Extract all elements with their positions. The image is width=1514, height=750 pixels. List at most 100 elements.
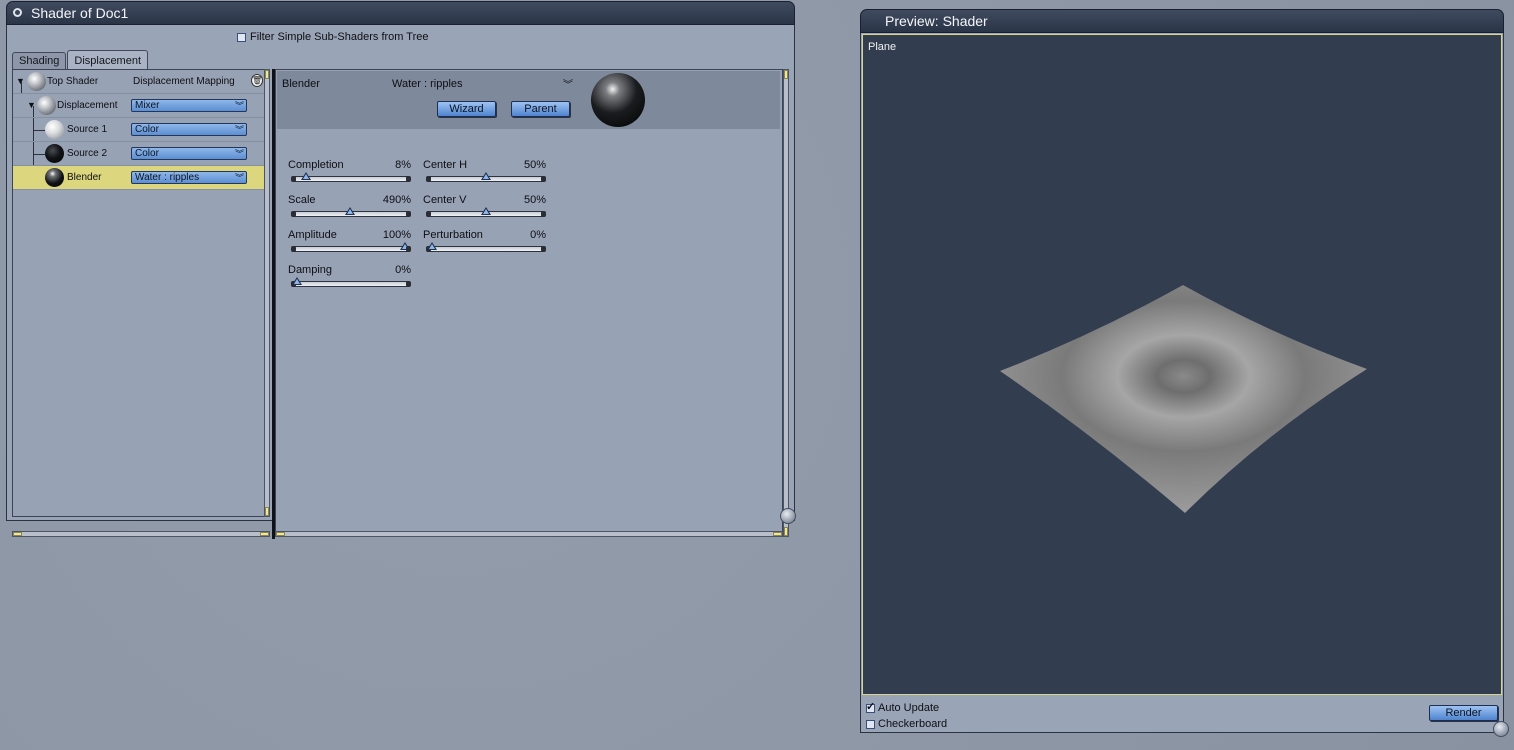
tree-row-blender[interactable]: Blender Water : ripples ︾ xyxy=(13,166,269,190)
param-label: Center V xyxy=(423,194,467,206)
chevron-down-icon: ︾ xyxy=(234,149,244,159)
scale-slider[interactable] xyxy=(291,207,411,217)
scroll-handle[interactable] xyxy=(265,507,269,516)
auto-update-checkbox[interactable] xyxy=(866,700,875,713)
slider-thumb[interactable] xyxy=(400,242,410,250)
checkerboard-checkbox[interactable] xyxy=(866,719,875,729)
dropdown-value: Color xyxy=(135,124,159,135)
param-label: Completion xyxy=(288,159,344,171)
tree-row-source-1[interactable]: Source 1 Color ︾ xyxy=(13,118,269,142)
tree-node-label: Displacement xyxy=(57,100,118,111)
auto-update-option[interactable]: Auto Update xyxy=(866,700,939,714)
tree-node-label: Source 1 xyxy=(67,124,108,135)
filter-row[interactable]: Filter Simple Sub-Shaders from Tree xyxy=(237,31,429,43)
checkerboard-option[interactable]: Checkerboard xyxy=(866,718,947,730)
slider-thumb[interactable] xyxy=(427,242,437,250)
dropdown-value: Mixer xyxy=(135,100,160,111)
param-value[interactable]: 0% xyxy=(530,229,546,241)
params-header-name: Blender xyxy=(282,78,320,90)
shader-ball-icon xyxy=(45,120,64,139)
shader-window-title: Shader of Doc1 xyxy=(31,5,129,21)
preview-window: Preview: Shader Plane Auto Updat xyxy=(860,9,1504,733)
center-h-slider[interactable] xyxy=(426,172,546,182)
param-label: Center H xyxy=(423,159,468,171)
chevron-down-icon: ︾ xyxy=(234,101,244,111)
tab-shading[interactable]: Shading xyxy=(12,52,67,70)
tree-node-label: Source 2 xyxy=(67,148,108,159)
scroll-handle[interactable] xyxy=(265,70,269,79)
preview-window-title: Preview: Shader xyxy=(885,13,988,29)
preview-window-titlebar[interactable]: Preview: Shader xyxy=(860,9,1504,33)
tree-vertical-scrollbar[interactable] xyxy=(264,69,270,517)
expand-triangle-icon[interactable]: ▼ xyxy=(27,100,36,110)
params-vertical-scrollbar[interactable] xyxy=(783,69,789,537)
completion-slider[interactable] xyxy=(291,172,411,182)
slider-thumb[interactable] xyxy=(292,277,302,285)
slider-thumb[interactable] xyxy=(300,172,311,180)
param-scale: Scale 490% xyxy=(287,194,413,226)
shader-preview-ball xyxy=(591,73,645,127)
preview-window-resize-handle[interactable] xyxy=(1493,721,1509,737)
render-button[interactable]: Render xyxy=(1429,705,1498,721)
param-label: Amplitude xyxy=(288,229,337,241)
slider-thumb[interactable] xyxy=(481,207,491,215)
tree-horizontal-scrollbar[interactable] xyxy=(12,531,270,537)
tree-node-value: Displacement Mapping xyxy=(133,76,235,87)
shader-ball-icon xyxy=(45,144,64,163)
trash-icon[interactable]: 🗑 xyxy=(251,74,263,87)
filter-checkbox[interactable] xyxy=(237,32,246,42)
blender-dropdown[interactable]: Water : ripples ︾ xyxy=(131,171,247,184)
tree-row-displacement[interactable]: ▼ Displacement Mixer ︾ xyxy=(13,94,269,118)
scroll-handle[interactable] xyxy=(260,532,269,536)
damping-slider[interactable] xyxy=(291,277,411,287)
shader-window: Shader of Doc1 Filter Simple Sub-Shaders… xyxy=(6,1,795,539)
tree-row-source-2[interactable]: Source 2 Color ︾ xyxy=(13,142,269,166)
displacement-dropdown[interactable]: Mixer ︾ xyxy=(131,99,247,112)
param-value[interactable]: 0% xyxy=(395,264,411,276)
tab-displacement[interactable]: Displacement xyxy=(67,50,149,70)
param-value[interactable]: 490% xyxy=(383,194,411,206)
filter-label: Filter Simple Sub-Shaders from Tree xyxy=(250,31,429,43)
chevron-down-icon[interactable]: ︾ xyxy=(563,76,573,91)
shader-tree: ▼ Top Shader Displacement Mapping 🗑 ▼ Di… xyxy=(12,69,270,517)
slider-thumb[interactable] xyxy=(481,172,491,180)
scroll-handle[interactable] xyxy=(773,532,782,536)
shader-window-titlebar[interactable]: Shader of Doc1 xyxy=(6,1,795,25)
scroll-handle[interactable] xyxy=(13,532,22,536)
tab-bar: Shading Displacement xyxy=(12,50,149,70)
params-header-value[interactable]: Water : ripples xyxy=(392,78,463,90)
checkerboard-label: Checkerboard xyxy=(878,718,948,730)
scroll-handle[interactable] xyxy=(784,527,788,536)
expand-triangle-icon[interactable]: ▼ xyxy=(16,76,25,86)
tree-row-top-shader[interactable]: ▼ Top Shader Displacement Mapping 🗑 xyxy=(13,70,269,94)
scroll-handle[interactable] xyxy=(784,70,788,79)
center-v-slider[interactable] xyxy=(426,207,546,217)
param-value[interactable]: 100% xyxy=(383,229,411,241)
tree-node-label: Blender xyxy=(67,172,102,183)
slider-thumb[interactable] xyxy=(344,207,355,215)
chevron-down-icon: ︾ xyxy=(234,125,244,135)
dropdown-value: Water : ripples xyxy=(135,172,200,183)
param-value[interactable]: 50% xyxy=(524,194,546,206)
params-horizontal-scrollbar[interactable] xyxy=(275,531,783,537)
wizard-button[interactable]: Wizard xyxy=(437,101,496,117)
amplitude-slider[interactable] xyxy=(291,242,411,252)
close-dot-icon[interactable] xyxy=(13,8,22,17)
perturbation-slider[interactable] xyxy=(426,242,546,252)
param-amplitude: Amplitude 100% xyxy=(287,229,413,261)
param-center-v: Center V 50% xyxy=(422,194,548,226)
plane-mesh xyxy=(1000,285,1367,513)
scroll-handle[interactable] xyxy=(276,532,285,536)
shader-window-resize-handle[interactable] xyxy=(780,508,796,524)
source-2-dropdown[interactable]: Color ︾ xyxy=(131,147,247,160)
parent-button[interactable]: Parent xyxy=(511,101,570,117)
preview-viewport[interactable]: Plane xyxy=(862,34,1502,695)
shader-ball-icon xyxy=(27,72,46,91)
source-1-dropdown[interactable]: Color ︾ xyxy=(131,123,247,136)
param-value[interactable]: 8% xyxy=(395,159,411,171)
param-label: Perturbation xyxy=(423,229,483,241)
param-value[interactable]: 50% xyxy=(524,159,546,171)
displaced-plane-render xyxy=(1000,285,1367,513)
param-label: Scale xyxy=(288,194,316,206)
param-damping: Damping 0% xyxy=(287,264,413,296)
